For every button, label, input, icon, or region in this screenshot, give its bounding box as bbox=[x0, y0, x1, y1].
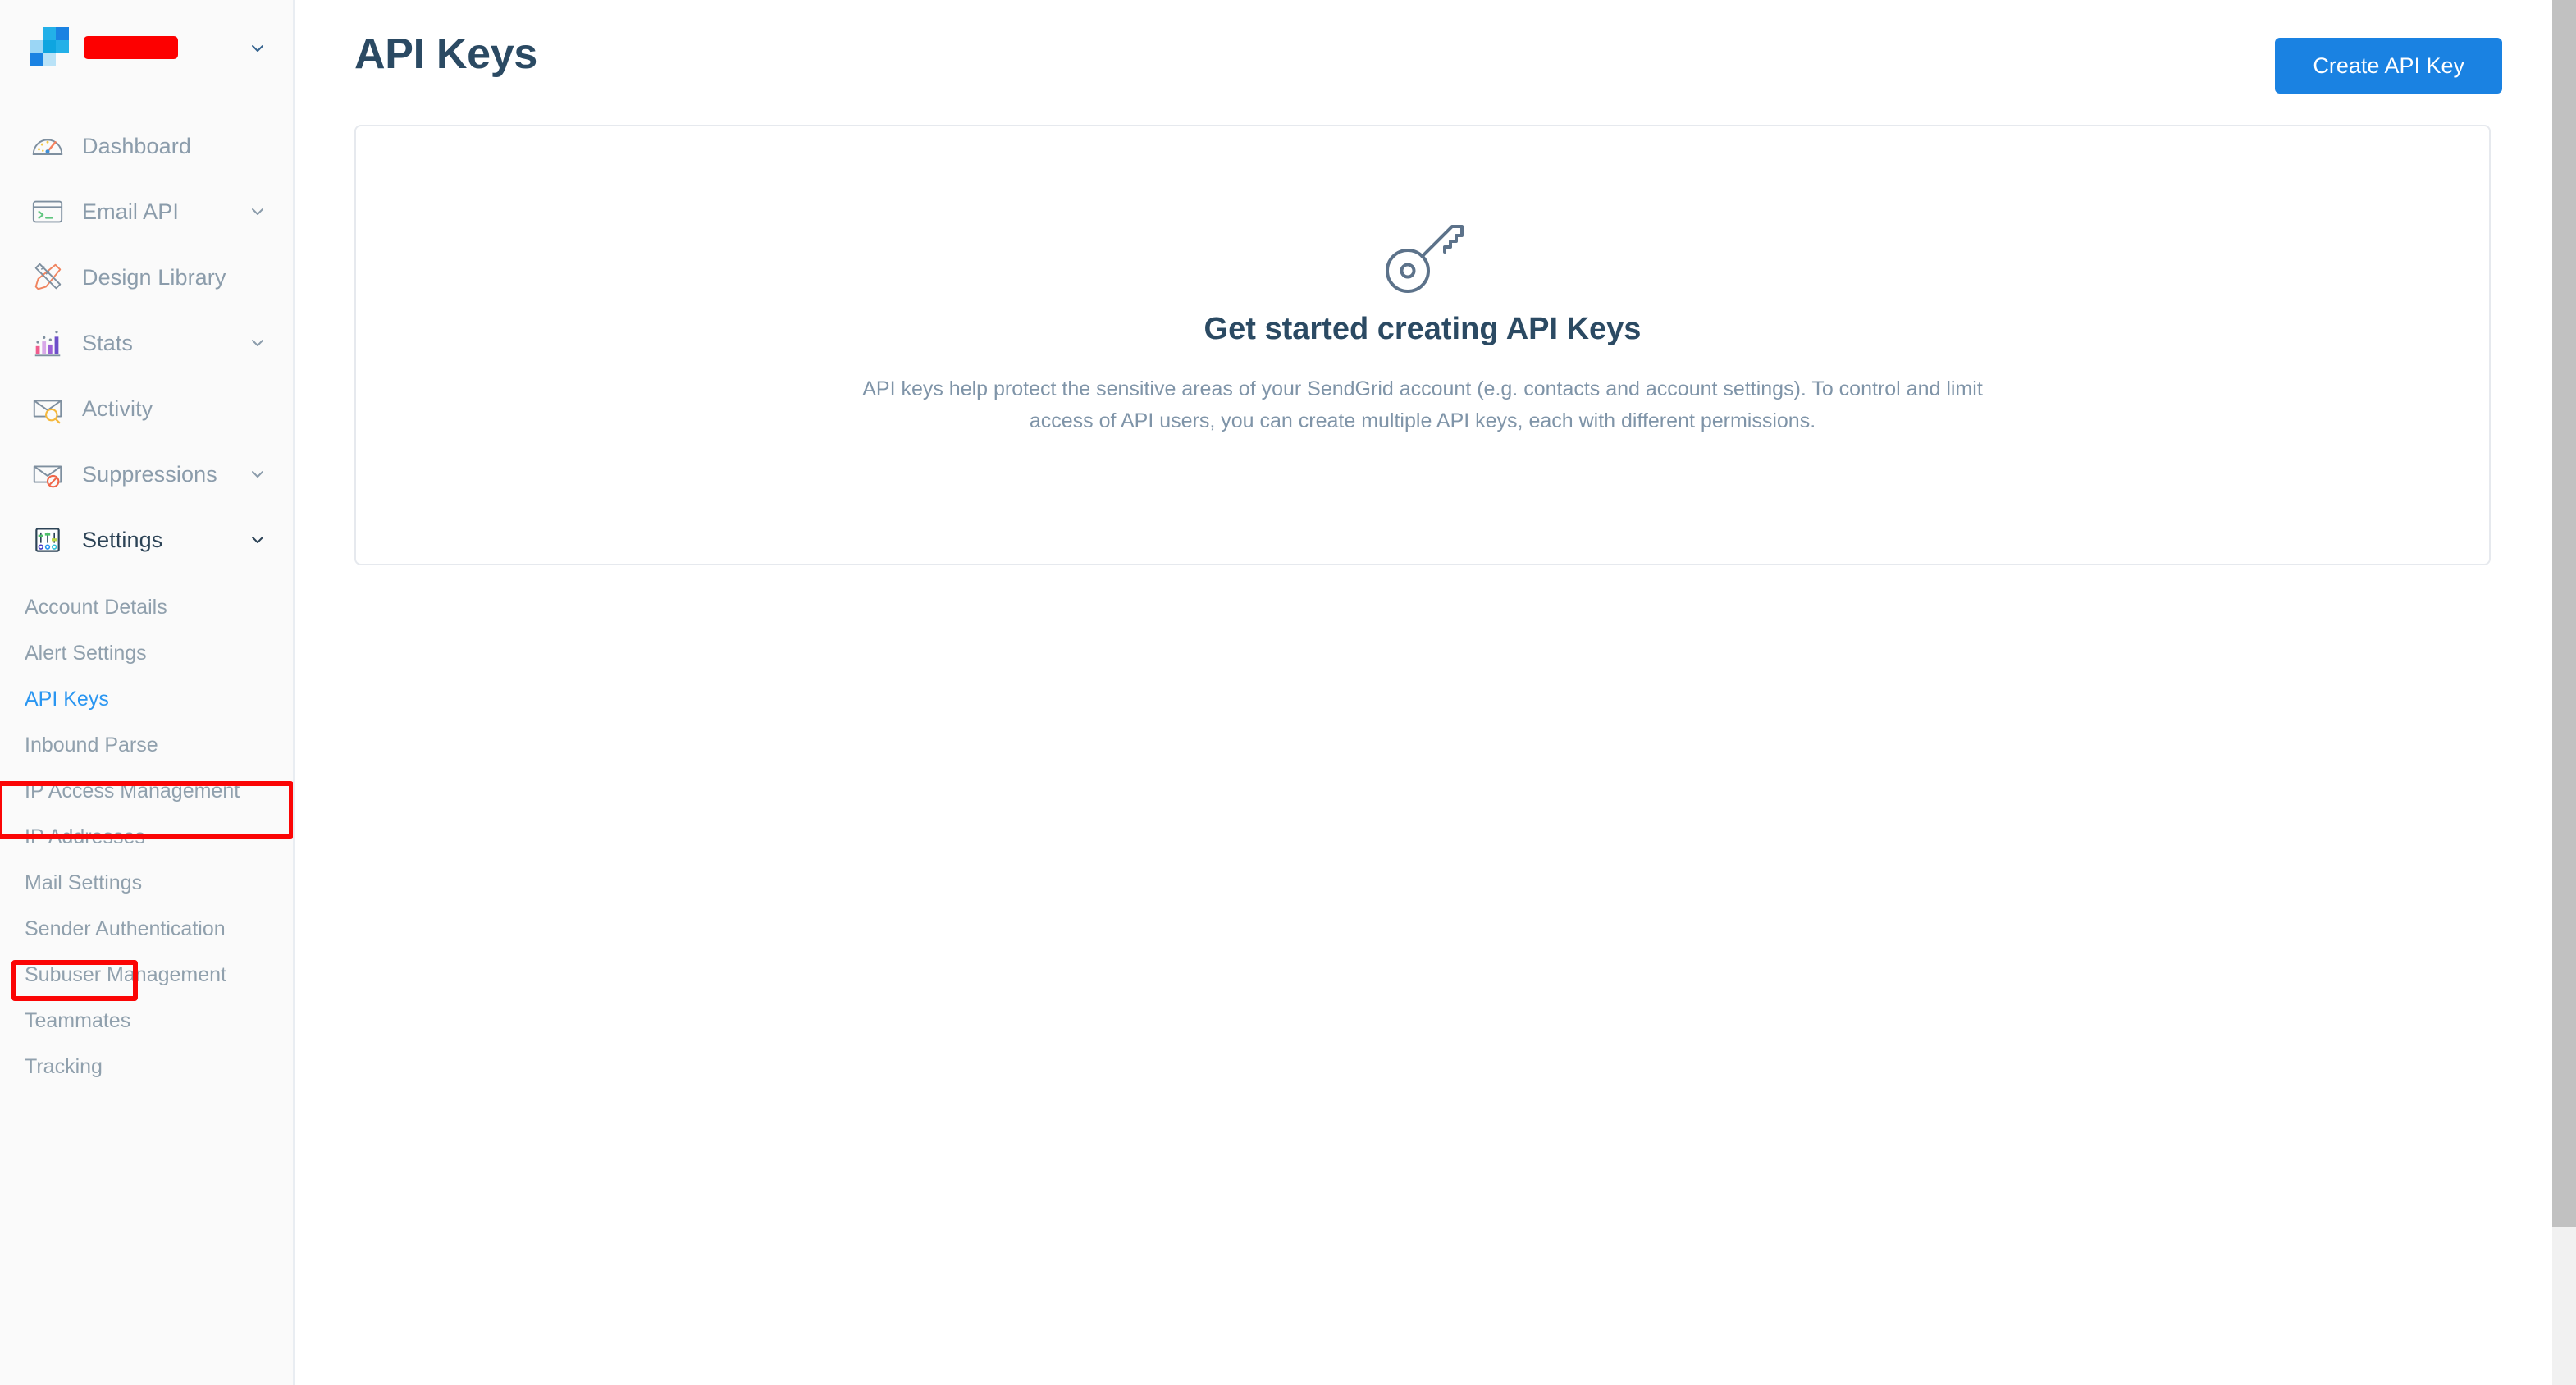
page-header: API Keys Create API Key bbox=[295, 0, 2576, 94]
account-name-text: ████████ bbox=[89, 39, 168, 55]
sidebar-item-suppressions[interactable]: Suppressions bbox=[0, 441, 293, 507]
sidebar-item-activity[interactable]: Activity bbox=[0, 376, 293, 441]
sidebar-item-label: Stats bbox=[82, 330, 134, 355]
sidebar-item-label: Settings bbox=[82, 527, 163, 552]
sidebar-subitem-alert-settings[interactable]: Alert Settings bbox=[0, 630, 293, 676]
empty-state-title: Get started creating API Keys bbox=[1204, 312, 1642, 346]
empty-state-card: Get started creating API Keys API keys h… bbox=[354, 125, 2491, 565]
terminal-window-icon bbox=[30, 194, 66, 230]
main-content: API Keys Create API Key Get started crea… bbox=[295, 0, 2576, 1385]
sidebar-item-dashboard[interactable]: Dashboard bbox=[0, 113, 293, 179]
sidebar-subitem-sender-authentication[interactable]: Sender Authentication bbox=[0, 906, 293, 952]
sidebar-item-email-api[interactable]: Email API bbox=[0, 179, 293, 245]
chevron-down-icon[interactable] bbox=[250, 204, 265, 219]
sidebar-subitem-ip-access-management[interactable]: IP Access Management bbox=[0, 768, 293, 814]
sliders-icon bbox=[30, 522, 66, 558]
chevron-down-icon[interactable] bbox=[250, 533, 265, 547]
sidebar-subitem-inbound-parse[interactable]: Inbound Parse bbox=[0, 722, 293, 768]
settings-submenu: Account Details Alert Settings API Keys … bbox=[0, 573, 293, 1090]
envelope-blocked-icon bbox=[30, 456, 66, 492]
sidebar-subitem-mail-settings[interactable]: Mail Settings bbox=[0, 860, 293, 906]
sidebar-item-settings[interactable]: Settings bbox=[0, 507, 293, 573]
ruler-pencil-icon bbox=[30, 259, 66, 295]
key-icon bbox=[1373, 208, 1472, 299]
envelope-search-icon bbox=[30, 391, 66, 427]
chevron-down-icon[interactable] bbox=[250, 41, 265, 56]
sidebar-subitem-account-details[interactable]: Account Details bbox=[0, 584, 293, 630]
vertical-scrollbar-track[interactable] bbox=[2552, 0, 2576, 1385]
create-api-key-button[interactable]: Create API Key bbox=[2275, 38, 2502, 94]
sidebar-item-design-library[interactable]: Design Library bbox=[0, 245, 293, 310]
chevron-down-icon[interactable] bbox=[250, 467, 265, 482]
sidebar-item-label: Design Library bbox=[82, 264, 226, 290]
sidebar-item-stats[interactable]: Stats bbox=[0, 310, 293, 376]
sidebar-item-label: Suppressions bbox=[82, 461, 217, 487]
primary-navigation: Dashboard Email API Design Library Stats… bbox=[0, 95, 293, 573]
app-window: ████████ Dashboard Email API Design Libr… bbox=[0, 0, 2576, 1385]
vertical-scrollbar-thumb[interactable] bbox=[2552, 0, 2576, 1227]
sidebar-subitem-tracking[interactable]: Tracking bbox=[0, 1044, 293, 1090]
empty-state-description: API keys help protect the sensitive area… bbox=[862, 377, 1983, 432]
bar-chart-icon bbox=[30, 325, 66, 361]
page-title: API Keys bbox=[354, 30, 538, 78]
chevron-down-icon[interactable] bbox=[250, 336, 265, 350]
sendgrid-logo-icon bbox=[30, 27, 69, 68]
sidebar: ████████ Dashboard Email API Design Libr… bbox=[0, 0, 295, 1385]
sidebar-item-label: Email API bbox=[82, 199, 179, 224]
sidebar-subitem-subuser-management[interactable]: Subuser Management bbox=[0, 952, 293, 998]
brand-header[interactable]: ████████ bbox=[0, 0, 293, 95]
sidebar-subitem-ip-addresses[interactable]: IP Addresses bbox=[0, 814, 293, 860]
sidebar-item-label: Activity bbox=[82, 395, 153, 421]
sidebar-subitem-teammates[interactable]: Teammates bbox=[0, 998, 293, 1044]
sidebar-item-label: Dashboard bbox=[82, 133, 191, 158]
speedometer-icon bbox=[30, 128, 66, 164]
account-name-redacted[interactable]: ████████ bbox=[84, 36, 178, 59]
sidebar-subitem-api-keys[interactable]: API Keys bbox=[0, 676, 293, 722]
